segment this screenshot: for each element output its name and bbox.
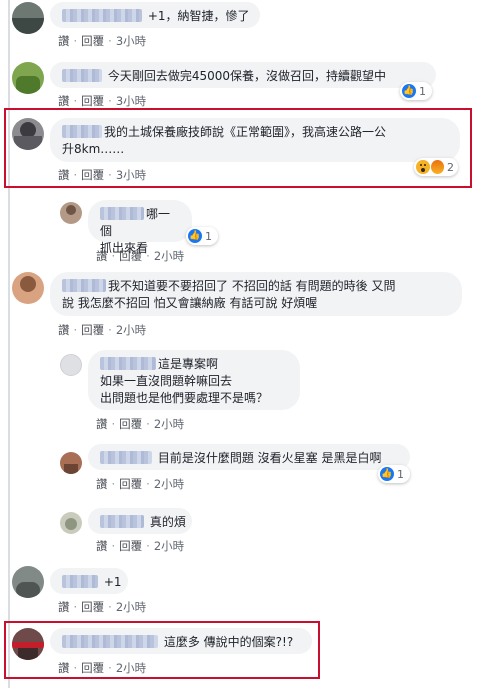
like-button[interactable]: 讚 xyxy=(96,539,108,553)
comment-text: 這麼多 傳說中的個案?!? xyxy=(163,635,294,649)
avatar[interactable] xyxy=(12,272,44,304)
comment-text-line-2: 升8km…… xyxy=(62,142,125,156)
like-button[interactable]: 讚 xyxy=(58,323,70,337)
avatar[interactable] xyxy=(60,202,82,224)
comment-bubble: 目前是沒什麼問題 沒看火星塞 是黑是白啊 xyxy=(88,444,410,470)
reaction-summary[interactable]: 2 xyxy=(414,158,458,176)
redacted-name[interactable] xyxy=(62,69,102,82)
comment-actions: 讚 · 回覆 · 2小時 xyxy=(58,661,147,675)
timestamp[interactable]: 3小時 xyxy=(116,34,146,48)
avatar[interactable] xyxy=(12,628,44,660)
comment-actions: 讚 · 回覆 · 2小時 xyxy=(96,477,185,491)
timestamp[interactable]: 3小時 xyxy=(116,94,146,108)
timestamp[interactable]: 2小時 xyxy=(116,323,146,337)
comment-actions: 讚 · 回覆 · 2小時 xyxy=(96,539,185,553)
thread-line xyxy=(8,0,10,688)
reply-button[interactable]: 回覆 xyxy=(81,168,104,182)
comment-bubble: +1，納智捷，慘了 xyxy=(50,2,260,28)
timestamp[interactable]: 2小時 xyxy=(116,600,146,614)
comment-actions: 讚 · 回覆 · 2小時 xyxy=(96,249,185,263)
comment-bubble: 真的煩 xyxy=(88,508,192,534)
avatar[interactable] xyxy=(60,512,82,534)
comment-actions: 讚 · 回覆 · 3小時 xyxy=(58,94,147,108)
comment-text: 目前是沒什麼問題 沒看火星塞 是黑是白啊 xyxy=(157,451,382,465)
thumbs-up-icon: 👍 xyxy=(402,84,416,98)
comment-actions: 讚 · 回覆 · 2小時 xyxy=(58,323,147,337)
redacted-name[interactable] xyxy=(62,279,106,292)
comment-bubble: 我不知道要不要招回了 不招回的話 有問題的時後 又問 說 我怎麼不招回 怕又會讓… xyxy=(50,272,462,316)
avatar[interactable] xyxy=(12,2,44,34)
comment-text: 真的煩 xyxy=(149,515,186,529)
reply-button[interactable]: 回覆 xyxy=(119,417,142,431)
comment-text-line-1: 這是專案啊 xyxy=(158,357,219,371)
reply-button[interactable]: 回覆 xyxy=(81,34,104,48)
comment-bubble: 這是專案啊 如果一直沒問題幹嘛回去 出問題也是他們要處理不是嗎？ xyxy=(88,350,300,410)
timestamp[interactable]: 2小時 xyxy=(154,539,184,553)
redacted-name[interactable] xyxy=(100,515,144,528)
redacted-name[interactable] xyxy=(100,357,156,370)
thumbs-up-icon: 👍 xyxy=(380,467,394,481)
reply-button[interactable]: 回覆 xyxy=(81,323,104,337)
reply-button[interactable]: 回覆 xyxy=(119,249,142,263)
thumbs-up-icon: 👍 xyxy=(188,229,202,243)
timestamp[interactable]: 2小時 xyxy=(154,249,184,263)
timestamp[interactable]: 3小時 xyxy=(116,168,146,182)
redacted-name[interactable] xyxy=(100,451,152,464)
comment-actions: 讚 · 回覆 · 3小時 xyxy=(58,168,147,182)
comment-text-line-1: 我的土城保養廠技師說《正常範圍》，我高速公路一公 xyxy=(104,125,387,139)
timestamp[interactable]: 2小時 xyxy=(116,661,146,675)
avatar[interactable] xyxy=(60,452,82,474)
reply-button[interactable]: 回覆 xyxy=(81,94,104,108)
reply-button[interactable]: 回覆 xyxy=(119,539,142,553)
comment-bubble: 今天剛回去做完45000保養，沒做召回，持續觀望中 xyxy=(50,62,436,88)
redacted-name[interactable] xyxy=(62,9,142,22)
reaction-summary[interactable]: 👍 1 xyxy=(186,227,218,245)
comment-bubble: 這麼多 傳說中的個案?!? xyxy=(50,628,312,654)
like-button[interactable]: 讚 xyxy=(58,661,70,675)
reply-button[interactable]: 回覆 xyxy=(119,477,142,491)
comment-text: +1，納智捷，慘了 xyxy=(147,9,250,23)
comment-actions: 讚 · 回覆 · 3小時 xyxy=(58,34,147,48)
reply-button[interactable]: 回覆 xyxy=(81,661,104,675)
comment-text: +1 xyxy=(103,575,122,589)
avatar[interactable] xyxy=(12,62,44,94)
comment-text-line-1: 我不知道要不要招回了 不招回的話 有問題的時後 又問 xyxy=(108,279,396,293)
reaction-summary[interactable]: 👍 1 xyxy=(378,465,410,483)
comment-text-line-2: 如果一直沒問題幹嘛回去 xyxy=(100,374,233,388)
redacted-name[interactable] xyxy=(62,635,158,648)
like-button[interactable]: 讚 xyxy=(58,600,70,614)
redacted-name[interactable] xyxy=(62,125,102,138)
like-button[interactable]: 讚 xyxy=(58,94,70,108)
like-button[interactable]: 讚 xyxy=(96,417,108,431)
reaction-summary[interactable]: 👍 1 xyxy=(400,82,432,100)
redacted-name[interactable] xyxy=(62,575,98,588)
comment-actions: 讚 · 回覆 · 2小時 xyxy=(58,600,147,614)
avatar[interactable] xyxy=(60,354,82,376)
comment-bubble: 我的土城保養廠技師說《正常範圍》，我高速公路一公 升8km…… xyxy=(50,118,460,162)
comment-actions: 讚 · 回覆 · 2小時 xyxy=(96,417,185,431)
comment-bubble: +1 xyxy=(50,568,128,594)
timestamp[interactable]: 2小時 xyxy=(154,417,184,431)
angry-icon xyxy=(430,160,444,174)
comment-text: 今天剛回去做完45000保養，沒做召回，持續觀望中 xyxy=(107,69,387,83)
avatar[interactable] xyxy=(12,566,44,598)
like-button[interactable]: 讚 xyxy=(58,168,70,182)
like-button[interactable]: 讚 xyxy=(96,477,108,491)
like-button[interactable]: 讚 xyxy=(96,249,108,263)
wow-icon xyxy=(416,160,430,174)
timestamp[interactable]: 2小時 xyxy=(154,477,184,491)
comment-text-line-3: 出問題也是他們要處理不是嗎？ xyxy=(100,391,269,405)
like-button[interactable]: 讚 xyxy=(58,34,70,48)
comment-text-line-2: 說 我怎麼不招回 怕又會讓納廠 有話可說 好煩喔 xyxy=(62,296,318,310)
reply-button[interactable]: 回覆 xyxy=(81,600,104,614)
redacted-name[interactable] xyxy=(100,207,144,220)
comment-bubble: 哪一個 抓出來看 xyxy=(88,200,192,255)
avatar[interactable] xyxy=(12,118,44,150)
